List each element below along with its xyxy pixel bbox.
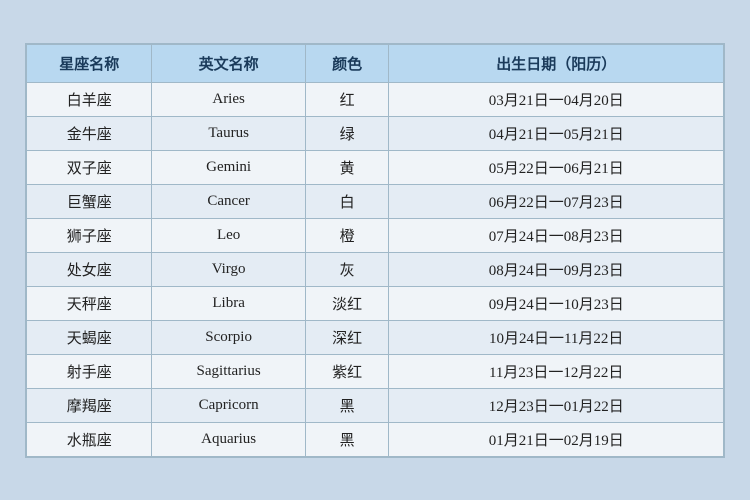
cell-r0-c2: 红: [305, 82, 389, 116]
zodiac-table-container: 星座名称 英文名称 颜色 出生日期（阳历） 白羊座Aries红03月21日一04…: [25, 43, 725, 458]
cell-r10-c1: Aquarius: [152, 422, 305, 456]
header-chinese-name: 星座名称: [27, 44, 152, 82]
cell-r7-c2: 深红: [305, 320, 389, 354]
cell-r7-c0: 天蝎座: [27, 320, 152, 354]
table-row: 双子座Gemini黄05月22日一06月21日: [27, 150, 724, 184]
table-row: 巨蟹座Cancer白06月22日一07月23日: [27, 184, 724, 218]
cell-r8-c3: 11月23日一12月22日: [389, 354, 724, 388]
table-row: 天秤座Libra淡红09月24日一10月23日: [27, 286, 724, 320]
table-body: 白羊座Aries红03月21日一04月20日金牛座Taurus绿04月21日一0…: [27, 82, 724, 456]
cell-r4-c3: 07月24日一08月23日: [389, 218, 724, 252]
table-row: 射手座Sagittarius紫红11月23日一12月22日: [27, 354, 724, 388]
header-english-name: 英文名称: [152, 44, 305, 82]
cell-r2-c2: 黄: [305, 150, 389, 184]
table-row: 狮子座Leo橙07月24日一08月23日: [27, 218, 724, 252]
cell-r2-c0: 双子座: [27, 150, 152, 184]
cell-r3-c3: 06月22日一07月23日: [389, 184, 724, 218]
cell-r5-c3: 08月24日一09月23日: [389, 252, 724, 286]
table-header-row: 星座名称 英文名称 颜色 出生日期（阳历）: [27, 44, 724, 82]
cell-r0-c0: 白羊座: [27, 82, 152, 116]
cell-r2-c3: 05月22日一06月21日: [389, 150, 724, 184]
cell-r1-c3: 04月21日一05月21日: [389, 116, 724, 150]
table-row: 金牛座Taurus绿04月21日一05月21日: [27, 116, 724, 150]
header-date: 出生日期（阳历）: [389, 44, 724, 82]
cell-r4-c2: 橙: [305, 218, 389, 252]
table-row: 处女座Virgo灰08月24日一09月23日: [27, 252, 724, 286]
cell-r3-c0: 巨蟹座: [27, 184, 152, 218]
table-row: 天蝎座Scorpio深红10月24日一11月22日: [27, 320, 724, 354]
cell-r9-c2: 黑: [305, 388, 389, 422]
cell-r8-c1: Sagittarius: [152, 354, 305, 388]
cell-r4-c0: 狮子座: [27, 218, 152, 252]
cell-r4-c1: Leo: [152, 218, 305, 252]
cell-r9-c0: 摩羯座: [27, 388, 152, 422]
cell-r10-c3: 01月21日一02月19日: [389, 422, 724, 456]
cell-r6-c1: Libra: [152, 286, 305, 320]
cell-r0-c3: 03月21日一04月20日: [389, 82, 724, 116]
cell-r8-c0: 射手座: [27, 354, 152, 388]
cell-r6-c2: 淡红: [305, 286, 389, 320]
table-row: 白羊座Aries红03月21日一04月20日: [27, 82, 724, 116]
table-row: 摩羯座Capricorn黑12月23日一01月22日: [27, 388, 724, 422]
cell-r7-c3: 10月24日一11月22日: [389, 320, 724, 354]
cell-r3-c2: 白: [305, 184, 389, 218]
cell-r2-c1: Gemini: [152, 150, 305, 184]
cell-r1-c2: 绿: [305, 116, 389, 150]
cell-r10-c2: 黑: [305, 422, 389, 456]
zodiac-table: 星座名称 英文名称 颜色 出生日期（阳历） 白羊座Aries红03月21日一04…: [26, 44, 724, 457]
cell-r6-c3: 09月24日一10月23日: [389, 286, 724, 320]
cell-r0-c1: Aries: [152, 82, 305, 116]
table-row: 水瓶座Aquarius黑01月21日一02月19日: [27, 422, 724, 456]
cell-r5-c1: Virgo: [152, 252, 305, 286]
cell-r8-c2: 紫红: [305, 354, 389, 388]
cell-r6-c0: 天秤座: [27, 286, 152, 320]
cell-r7-c1: Scorpio: [152, 320, 305, 354]
cell-r5-c0: 处女座: [27, 252, 152, 286]
cell-r5-c2: 灰: [305, 252, 389, 286]
cell-r9-c3: 12月23日一01月22日: [389, 388, 724, 422]
header-color: 颜色: [305, 44, 389, 82]
cell-r1-c0: 金牛座: [27, 116, 152, 150]
cell-r10-c0: 水瓶座: [27, 422, 152, 456]
cell-r3-c1: Cancer: [152, 184, 305, 218]
cell-r1-c1: Taurus: [152, 116, 305, 150]
cell-r9-c1: Capricorn: [152, 388, 305, 422]
